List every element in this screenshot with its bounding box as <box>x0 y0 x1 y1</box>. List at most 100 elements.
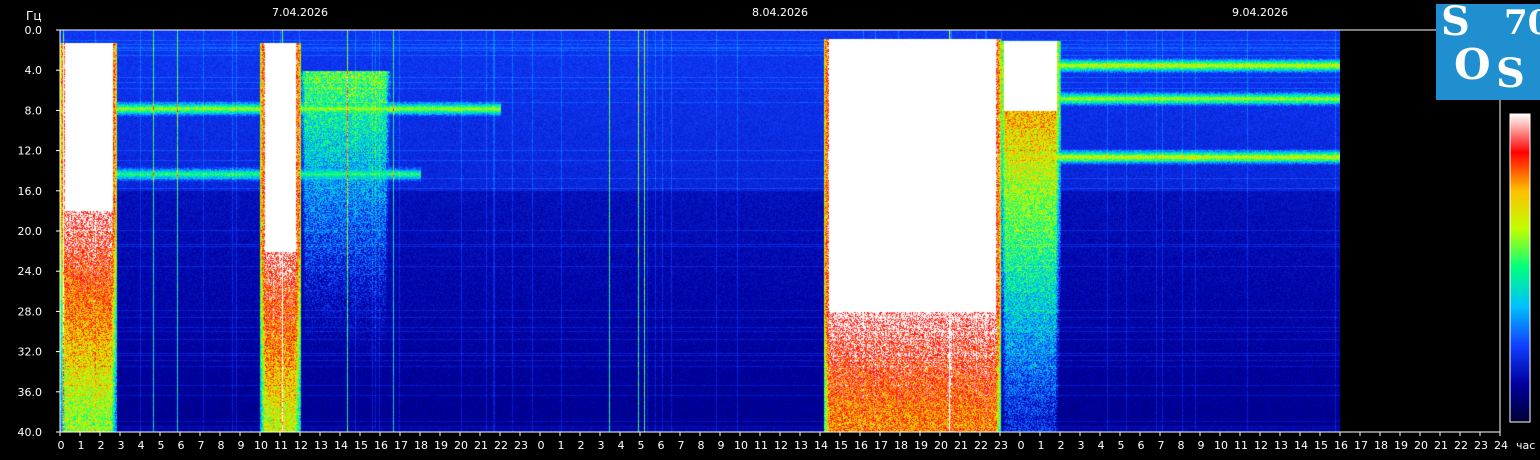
x-tick-label: 0 <box>58 439 65 452</box>
x-tick-label: 8 <box>1178 439 1185 452</box>
x-tick-label: 7 <box>678 439 685 452</box>
x-tick-label: 8 <box>218 439 225 452</box>
x-tick-label: 20 <box>1414 439 1428 452</box>
x-tick-label: 14 <box>1294 439 1308 452</box>
y-tick-label: 8.0 <box>25 104 43 117</box>
y-tick-label: 4.0 <box>25 64 43 77</box>
x-unit-label: час <box>1516 439 1535 452</box>
x-tick-label: 24 <box>1494 439 1508 452</box>
logo-number: 70 <box>1504 3 1540 43</box>
x-tick-label: 19 <box>914 439 928 452</box>
y-axis: 0.0 4.0 8.0 12.0 16.0 20.0 24.0 28.0 32.0 36.0 40.… <box>18 24 60 439</box>
x-tick-label: 3 <box>598 439 605 452</box>
x-tick-label: 11 <box>1234 439 1248 452</box>
x-tick-label: 12 <box>1254 439 1268 452</box>
x-tick-label: 19 <box>1394 439 1408 452</box>
x-tick-label: 6 <box>658 439 665 452</box>
x-tick-label: 11 <box>754 439 768 452</box>
x-tick-label: 14 <box>334 439 348 452</box>
x-tick-label: 21 <box>474 439 488 452</box>
date-label: 9.04.2026 <box>1232 6 1288 19</box>
x-tick-label: 8 <box>698 439 705 452</box>
logo-o: O <box>1454 40 1491 89</box>
x-tick-label: 13 <box>794 439 808 452</box>
x-tick-label: 3 <box>118 439 125 452</box>
y-unit-label: Гц <box>26 9 42 23</box>
x-tick-label: 18 <box>1374 439 1388 452</box>
x-tick-label: 21 <box>954 439 968 452</box>
x-tick-label: 7 <box>1158 439 1165 452</box>
y-tick-label: 36.0 <box>18 386 43 399</box>
x-tick-label: 16 <box>374 439 388 452</box>
y-tick-label: 28.0 <box>18 305 43 318</box>
x-tick-label: 5 <box>638 439 645 452</box>
x-tick-label: 22 <box>494 439 508 452</box>
x-tick-label: 2 <box>578 439 585 452</box>
x-tick-label: 4 <box>618 439 625 452</box>
x-tick-label: 23 <box>1474 439 1488 452</box>
x-tick-label: 18 <box>894 439 908 452</box>
x-tick-label: 9 <box>718 439 725 452</box>
date-label: 7.04.2026 <box>272 6 328 19</box>
colorbar <box>1509 113 1531 423</box>
x-tick-label: 17 <box>394 439 408 452</box>
x-tick-label: 5 <box>1118 439 1125 452</box>
x-tick-label: 13 <box>314 439 328 452</box>
x-tick-label: 23 <box>514 439 528 452</box>
x-tick-label: 20 <box>934 439 948 452</box>
logo-s-top: S <box>1441 0 1470 45</box>
y-tick-label: 32.0 <box>18 346 43 359</box>
x-tick-label: 15 <box>354 439 368 452</box>
colorbar-scale <box>1509 113 1531 423</box>
x-tick-label: 10 <box>734 439 748 452</box>
y-tick-label: 24.0 <box>18 265 43 278</box>
y-tick-label: 20.0 <box>18 225 43 238</box>
x-tick-label: 2 <box>1058 439 1065 452</box>
x-tick-label: 18 <box>414 439 428 452</box>
x-axis: 0 1 2 3 4 5 6 7 8 9 10 11 12 13 14 15 16 17 18 19 20 21 22 23 0 1… <box>58 432 1508 452</box>
x-tick-label: 15 <box>834 439 848 452</box>
x-tick-label: 19 <box>434 439 448 452</box>
x-tick-label: 11 <box>274 439 288 452</box>
x-tick-label: 22 <box>974 439 988 452</box>
x-tick-label: 6 <box>178 439 185 452</box>
x-tick-label: 14 <box>814 439 828 452</box>
spectrogram-chart: Гц 7.04.2026 8.04.2026 9.04.2026 0.0 4.0 8.0… <box>18 6 1536 452</box>
logo-s-bottom: S <box>1496 50 1525 97</box>
sos70-logo: S 70 O S <box>1436 0 1540 100</box>
y-tick-label: 12.0 <box>18 145 43 158</box>
x-tick-label: 15 <box>1314 439 1328 452</box>
x-tick-label: 5 <box>158 439 165 452</box>
x-tick-label: 10 <box>1214 439 1228 452</box>
x-tick-label: 17 <box>874 439 888 452</box>
date-label: 8.04.2026 <box>752 6 808 19</box>
plot-area <box>60 30 1500 432</box>
x-tick-label: 4 <box>1098 439 1105 452</box>
x-tick-label: 1 <box>558 439 565 452</box>
x-tick-label: 10 <box>254 439 268 452</box>
x-tick-label: 12 <box>774 439 788 452</box>
x-tick-label: 17 <box>1354 439 1368 452</box>
x-tick-label: 13 <box>1274 439 1288 452</box>
x-tick-label: 23 <box>994 439 1008 452</box>
x-tick-label: 16 <box>1334 439 1348 452</box>
x-tick-label: 7 <box>198 439 205 452</box>
y-tick-label: 16.0 <box>18 185 43 198</box>
spectrogram-raster <box>60 30 1340 432</box>
x-tick-label: 0 <box>1018 439 1025 452</box>
x-tick-label: 1 <box>1038 439 1045 452</box>
x-tick-label: 3 <box>1078 439 1085 452</box>
y-tick-label: 40.0 <box>18 426 43 439</box>
x-tick-label: 4 <box>138 439 145 452</box>
x-tick-label: 2 <box>98 439 105 452</box>
x-tick-label: 16 <box>854 439 868 452</box>
x-tick-label: 22 <box>1454 439 1468 452</box>
x-tick-label: 21 <box>1434 439 1448 452</box>
x-tick-label: 0 <box>538 439 545 452</box>
x-tick-label: 12 <box>294 439 308 452</box>
x-tick-label: 9 <box>1198 439 1205 452</box>
date-labels: 7.04.2026 8.04.2026 9.04.2026 <box>272 6 1288 19</box>
x-tick-label: 20 <box>454 439 468 452</box>
x-tick-label: 1 <box>78 439 85 452</box>
x-tick-label: 6 <box>1138 439 1145 452</box>
